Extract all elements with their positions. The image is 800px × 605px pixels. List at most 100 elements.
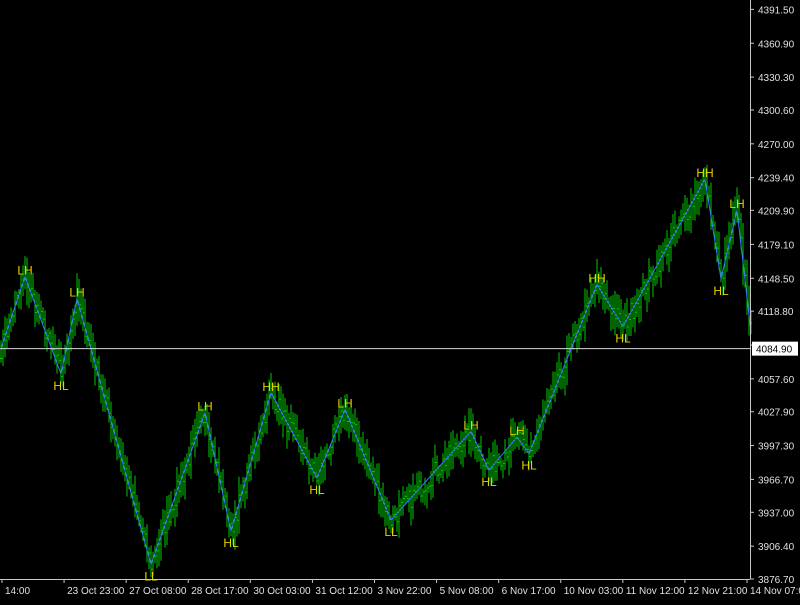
zigzag-segment	[204, 412, 232, 532]
swing-label: HL	[713, 284, 729, 298]
price-chart[interactable]: LH HL LH LL LH HL HH HL LH LL LH HL LH HL HH HL HH HL LH 4…	[0, 0, 800, 600]
ohlc-bar	[444, 440, 446, 472]
zigzag-segment	[528, 284, 598, 454]
ohlc-bar	[634, 295, 636, 333]
price-tick-label: 4270.00	[758, 140, 795, 151]
price-tick-label: 3876.70	[758, 575, 795, 586]
ohlc-bar	[316, 456, 318, 485]
ohlc-bar	[426, 484, 428, 509]
swing-label: LH	[17, 264, 32, 278]
ohlc-bar	[400, 498, 402, 516]
ohlc-bar	[610, 295, 612, 332]
swing-label: LH	[337, 396, 352, 410]
current-price-tag: 4084.90	[752, 341, 798, 356]
ohlc-bar	[578, 318, 580, 349]
chart-canvas[interactable]: LH HL LH LL LH HL HH HL LH LL LH HL LH HL HH HL HH HL LH 4…	[0, 0, 800, 600]
ohlc-bar	[630, 298, 632, 336]
ohlc-bar	[34, 289, 36, 328]
time-tick-label: 10 Nov 03:00	[564, 586, 624, 597]
zigzag-segment	[230, 392, 272, 532]
price-tick-label: 4360.90	[758, 39, 795, 50]
ohlc-bar	[440, 464, 442, 479]
price-axis[interactable]: 4391.50 4360.90 4330.30 4300.60 4270.00 4239.…	[750, 0, 795, 586]
ohlc-bar	[230, 512, 232, 537]
ohlc-bar	[418, 471, 420, 495]
zigzag-segment	[24, 276, 62, 375]
swing-label: HH	[696, 166, 713, 180]
ohlc-bar	[366, 438, 368, 477]
ohlc-bar	[660, 245, 662, 288]
ohlc-bar	[218, 447, 220, 493]
ohlc-bar	[442, 453, 444, 482]
ohlc-bar	[540, 416, 542, 441]
ohlc-bar	[698, 181, 700, 216]
ohlc-bar	[448, 440, 450, 477]
ohlc-bar	[284, 397, 286, 426]
ohlc-bar	[160, 519, 162, 561]
ohlc-bar	[172, 504, 174, 519]
ohlc-bar	[246, 462, 248, 500]
ohlc-bar	[182, 461, 184, 496]
price-tick-label: 4179.10	[758, 240, 795, 251]
ohlc-bar	[422, 488, 424, 503]
ohlc-bar	[42, 307, 44, 324]
ohlc-bar	[506, 449, 508, 461]
swing-label: LL	[384, 525, 398, 539]
ohlc-bar	[460, 430, 462, 465]
ohlc-bar	[456, 433, 458, 457]
ohlc-bar	[292, 412, 294, 443]
price-tick-label: 3966.70	[758, 475, 795, 486]
swing-label: LH	[509, 424, 524, 438]
price-tick-label: 4330.30	[758, 73, 795, 84]
ohlc-bar	[402, 486, 404, 516]
current-price-label: 4084.90	[756, 345, 793, 356]
zigzag-segment	[470, 431, 490, 471]
ohlc-bar	[450, 432, 452, 470]
time-tick-label: 3 Nov 22:00	[378, 586, 432, 597]
time-tick-label: 12 Nov 21:00	[688, 586, 748, 597]
ohlc-bar	[556, 362, 558, 394]
ohlc-bar	[324, 446, 326, 481]
ohlc-bar	[432, 457, 434, 498]
time-tick-label: 14:00	[5, 586, 30, 597]
price-tick-label: 3906.40	[758, 542, 795, 553]
ohlc-bar	[302, 428, 304, 466]
ohlc-bar	[428, 481, 430, 493]
ohlc-bar	[184, 457, 186, 500]
ohlc-bar	[644, 278, 646, 301]
ohlc-bar	[2, 329, 4, 366]
ohlc-bar	[286, 405, 288, 449]
zigzag-segment	[720, 210, 738, 279]
ohlc-bar	[98, 356, 100, 391]
time-axis[interactable]: 14:00 23 Oct 23:00 27 Oct 08:00 28 Oct 17:0…	[0, 579, 800, 597]
zigzag-segment	[390, 431, 472, 521]
ohlc-bar	[296, 414, 298, 441]
ohlc-bar	[606, 280, 608, 310]
ohlc-bar	[686, 197, 688, 231]
swing-label: HH	[588, 271, 605, 285]
ohlc-bar	[156, 538, 158, 569]
ohlc-bar	[196, 411, 198, 447]
price-tick-label: 3937.00	[758, 508, 795, 519]
ohlc-bar	[90, 324, 92, 363]
time-tick-label: 28 Oct 17:00	[191, 586, 249, 597]
zigzag-segment	[150, 412, 206, 565]
ohlc-bar	[664, 238, 666, 257]
ohlc-bar	[446, 447, 448, 479]
zigzag-segment	[704, 179, 722, 279]
time-tick-label: 31 Oct 12:00	[315, 586, 373, 597]
ohlc-bar	[618, 294, 620, 329]
ohlc-bar	[416, 472, 418, 500]
price-tick-label: 4118.80	[758, 307, 794, 318]
ohlc-bar	[70, 315, 72, 352]
ohlc-bar	[38, 293, 40, 325]
price-tick-label: 4027.90	[758, 408, 795, 419]
ohlc-bar	[0, 340, 2, 363]
ohlc-bar	[696, 180, 698, 215]
ohlc-bar	[164, 510, 166, 548]
swing-label: HL	[521, 459, 537, 473]
swing-label: HL	[481, 475, 497, 489]
ohlc-bar	[58, 339, 60, 364]
ohlc-bar	[616, 294, 618, 328]
zigzag-segment	[316, 409, 346, 479]
